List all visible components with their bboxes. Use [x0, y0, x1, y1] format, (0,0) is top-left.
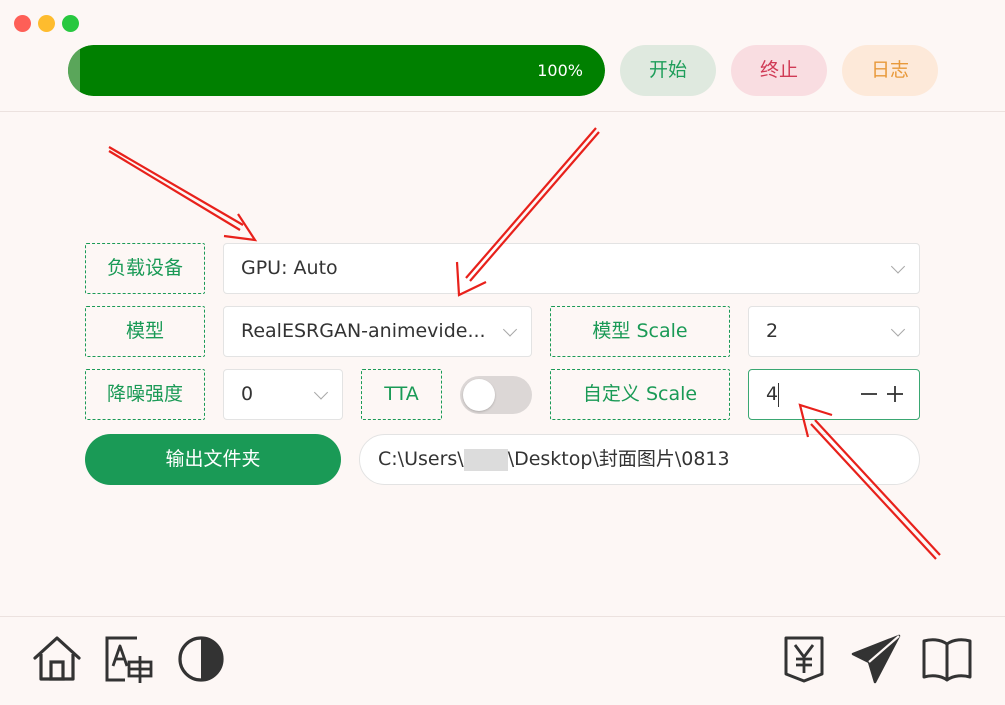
text-caret [778, 383, 779, 407]
model-select-value: RealESRGAN-animevide... [241, 320, 486, 342]
chevron-down-icon [890, 321, 906, 337]
model-scale-value: 2 [766, 320, 779, 342]
chevron-down-icon [502, 321, 518, 337]
maximize-window-button[interactable] [62, 15, 79, 32]
progress-label: 100% [537, 61, 583, 80]
start-button[interactable]: 开始 [620, 45, 716, 96]
title-bar: 100% 开始 终止 日志 [0, 0, 1005, 112]
chevron-down-icon [313, 384, 329, 400]
custom-scale-label: 自定义 Scale [550, 369, 730, 420]
path-prefix: C:\Users\ [378, 448, 464, 470]
close-window-button[interactable] [14, 15, 31, 32]
model-scale-select[interactable]: 2 [748, 306, 920, 357]
tta-label: TTA [361, 369, 442, 420]
book-icon[interactable] [920, 632, 974, 686]
plus-icon[interactable] [885, 382, 905, 406]
device-select-value: GPU: Auto [241, 257, 338, 279]
custom-scale-input[interactable]: 4 [748, 369, 920, 420]
minus-icon[interactable] [859, 382, 879, 406]
output-path-field[interactable]: C:\Users\ \Desktop\封面图片\0813 [359, 434, 920, 485]
progress-fill [68, 45, 605, 96]
output-folder-button[interactable]: 输出文件夹 [85, 434, 341, 485]
home-icon[interactable] [30, 632, 84, 686]
denoise-select[interactable]: 0 [223, 369, 343, 420]
denoise-value: 0 [241, 383, 254, 405]
path-suffix: \Desktop\封面图片\0813 [507, 448, 730, 470]
minimize-window-button[interactable] [38, 15, 55, 32]
annotation-arrow [108, 146, 244, 231]
tta-toggle[interactable] [460, 376, 532, 414]
stop-button[interactable]: 终止 [731, 45, 827, 96]
contrast-icon[interactable] [174, 632, 228, 686]
denoise-label: 降噪强度 [85, 369, 205, 420]
custom-scale-value: 4 [766, 383, 779, 405]
send-icon[interactable] [849, 632, 903, 686]
model-label: 模型 [85, 306, 205, 357]
toggle-knob [463, 379, 495, 411]
chevron-down-icon [890, 258, 906, 274]
model-scale-label: 模型 Scale [550, 306, 730, 357]
redacted-username [463, 448, 508, 471]
device-label: 负载设备 [85, 243, 205, 294]
device-select[interactable]: GPU: Auto [223, 243, 920, 294]
log-button[interactable]: 日志 [842, 45, 938, 96]
translate-icon[interactable] [103, 632, 157, 686]
model-select[interactable]: RealESRGAN-animevide... [223, 306, 532, 357]
yen-icon[interactable] [777, 632, 831, 686]
progress-bar: 100% [68, 45, 605, 96]
